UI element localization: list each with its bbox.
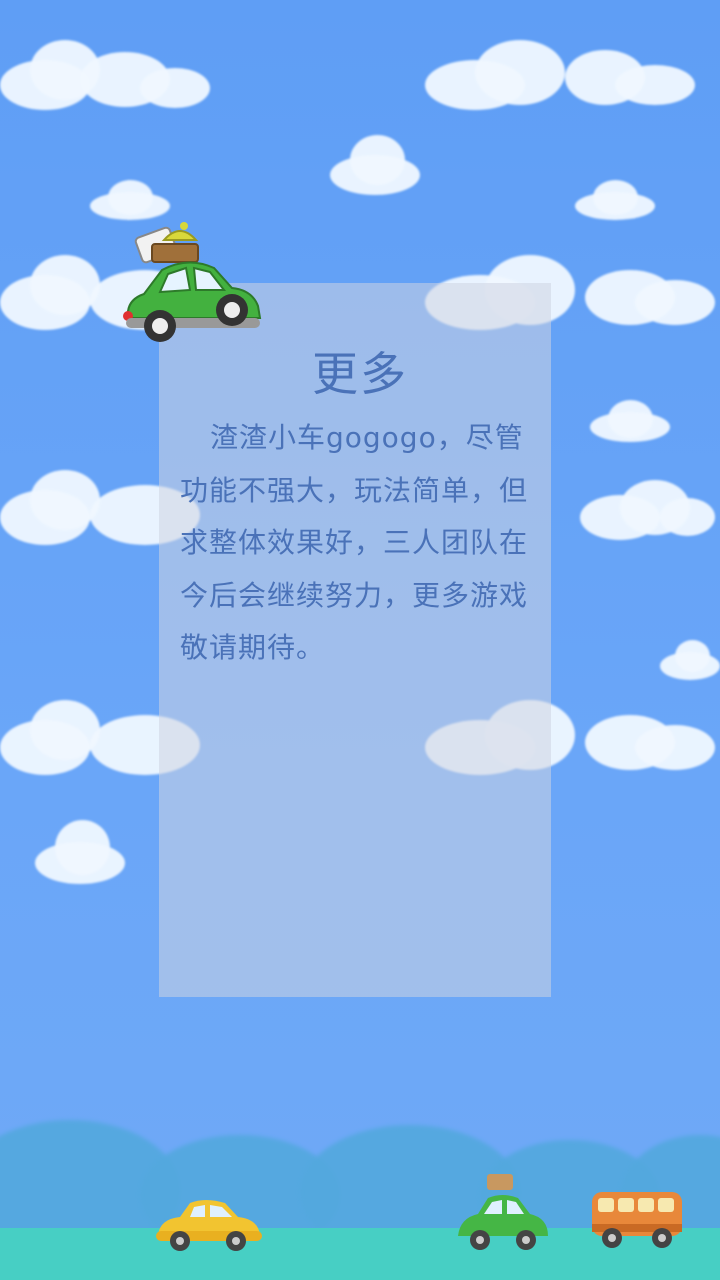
green-car-icon [458,1174,548,1250]
green-car-with-luggage-icon [123,222,262,342]
cloud [425,40,695,110]
orange-bus-icon [592,1192,682,1248]
yellow-car-icon [156,1200,262,1251]
cloud [575,180,655,220]
cloud [35,820,125,885]
cloud [90,180,170,220]
page-title: 更多 [312,347,408,401]
cloud [0,40,210,110]
description-text: 渣渣小车gogogo，尽管功能不强大，玩法简单，但求整体效果好，三人团队在今后会… [180,421,529,664]
cloud [580,480,715,540]
cloud [330,135,420,195]
cloud [590,400,670,445]
cloud [660,640,720,680]
